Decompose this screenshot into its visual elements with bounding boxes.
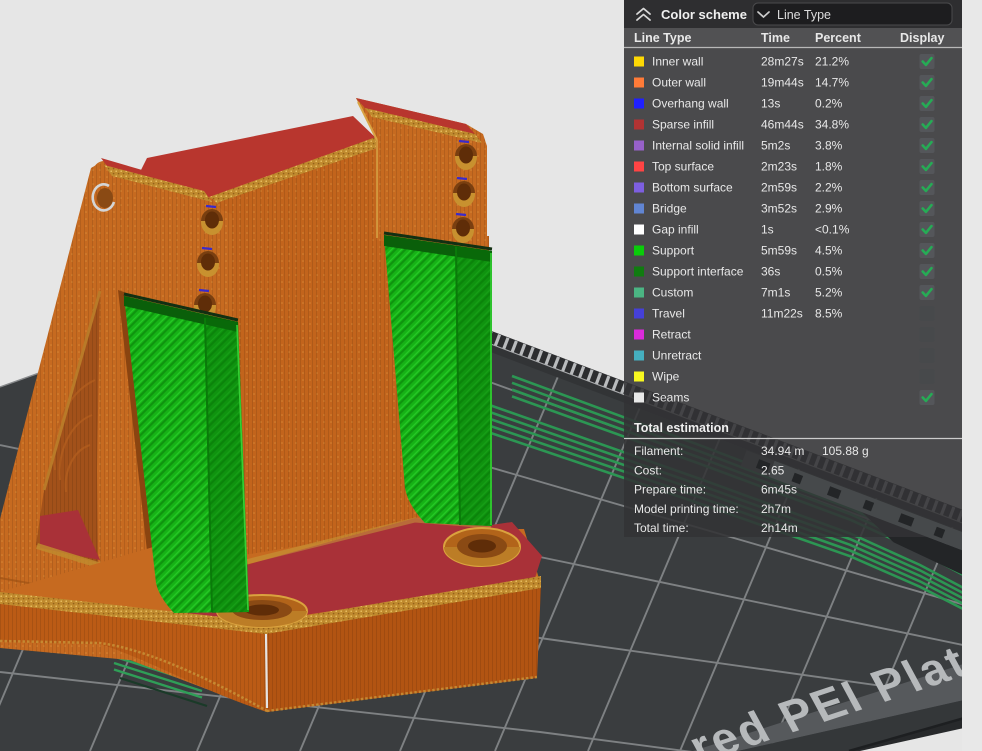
svg-text:6m45s: 6m45s xyxy=(761,483,797,497)
svg-text:Line Type: Line Type xyxy=(634,31,691,45)
svg-text:13s: 13s xyxy=(761,97,780,111)
svg-text:Support interface: Support interface xyxy=(652,265,744,279)
svg-text:Wipe: Wipe xyxy=(652,370,680,384)
svg-text:Seams: Seams xyxy=(652,391,689,405)
svg-text:19m44s: 19m44s xyxy=(761,76,804,90)
svg-text:105.88 g: 105.88 g xyxy=(822,444,869,458)
svg-text:0.5%: 0.5% xyxy=(815,265,843,279)
svg-text:7m1s: 7m1s xyxy=(761,286,790,300)
svg-text:Overhang wall: Overhang wall xyxy=(652,97,729,111)
svg-text:3m52s: 3m52s xyxy=(761,202,797,216)
svg-text:Outer wall: Outer wall xyxy=(652,76,706,90)
svg-text:Travel: Travel xyxy=(652,307,685,321)
svg-text:Support: Support xyxy=(652,244,695,258)
svg-text:Line Type: Line Type xyxy=(777,8,831,22)
svg-text:8.5%: 8.5% xyxy=(815,307,843,321)
svg-text:0.2%: 0.2% xyxy=(815,97,843,111)
svg-text:Total estimation: Total estimation xyxy=(634,421,729,435)
svg-text:2.9%: 2.9% xyxy=(815,202,843,216)
svg-text:34.8%: 34.8% xyxy=(815,118,849,132)
svg-text:Filament:: Filament: xyxy=(634,444,683,458)
svg-text:Time: Time xyxy=(761,31,790,45)
svg-text:Color scheme: Color scheme xyxy=(661,7,747,22)
svg-text:Custom: Custom xyxy=(652,286,693,300)
svg-text:1.8%: 1.8% xyxy=(815,160,843,174)
svg-text:Bottom surface: Bottom surface xyxy=(652,181,733,195)
svg-text:5m2s: 5m2s xyxy=(761,139,790,153)
svg-text:2h14m: 2h14m xyxy=(761,521,798,535)
svg-text:28m27s: 28m27s xyxy=(761,55,804,69)
svg-text:Percent: Percent xyxy=(815,31,862,45)
svg-text:2.65: 2.65 xyxy=(761,463,785,477)
svg-text:2.2%: 2.2% xyxy=(815,181,843,195)
svg-text:Retract: Retract xyxy=(652,328,691,342)
svg-text:5m59s: 5m59s xyxy=(761,244,797,258)
svg-text:Internal solid infill: Internal solid infill xyxy=(652,139,744,153)
svg-text:Unretract: Unretract xyxy=(652,349,702,363)
svg-text:Model printing time:: Model printing time: xyxy=(634,502,739,516)
svg-text:<0.1%: <0.1% xyxy=(815,223,850,237)
svg-text:Sparse infill: Sparse infill xyxy=(652,118,714,132)
svg-text:Display: Display xyxy=(900,31,945,45)
svg-text:3.8%: 3.8% xyxy=(815,139,843,153)
svg-text:21.2%: 21.2% xyxy=(815,55,849,69)
svg-text:46m44s: 46m44s xyxy=(761,118,804,132)
svg-text:Gap infill: Gap infill xyxy=(652,223,699,237)
svg-text:2m59s: 2m59s xyxy=(761,181,797,195)
svg-text:4.5%: 4.5% xyxy=(815,244,843,258)
svg-text:Prepare time:: Prepare time: xyxy=(634,483,706,497)
svg-text:5.2%: 5.2% xyxy=(815,286,843,300)
svg-text:11m22s: 11m22s xyxy=(761,307,803,321)
svg-text:Bridge: Bridge xyxy=(652,202,687,216)
svg-text:34.94 m: 34.94 m xyxy=(761,444,804,458)
svg-text:Cost:: Cost: xyxy=(634,463,662,477)
svg-text:Total time:: Total time: xyxy=(634,521,689,535)
svg-text:1s: 1s xyxy=(761,223,774,237)
svg-text:2h7m: 2h7m xyxy=(761,502,791,516)
svg-text:36s: 36s xyxy=(761,265,780,279)
svg-text:Inner wall: Inner wall xyxy=(652,55,703,69)
svg-text:2m23s: 2m23s xyxy=(761,160,797,174)
svg-text:Top surface: Top surface xyxy=(652,160,714,174)
svg-text:14.7%: 14.7% xyxy=(815,76,849,90)
